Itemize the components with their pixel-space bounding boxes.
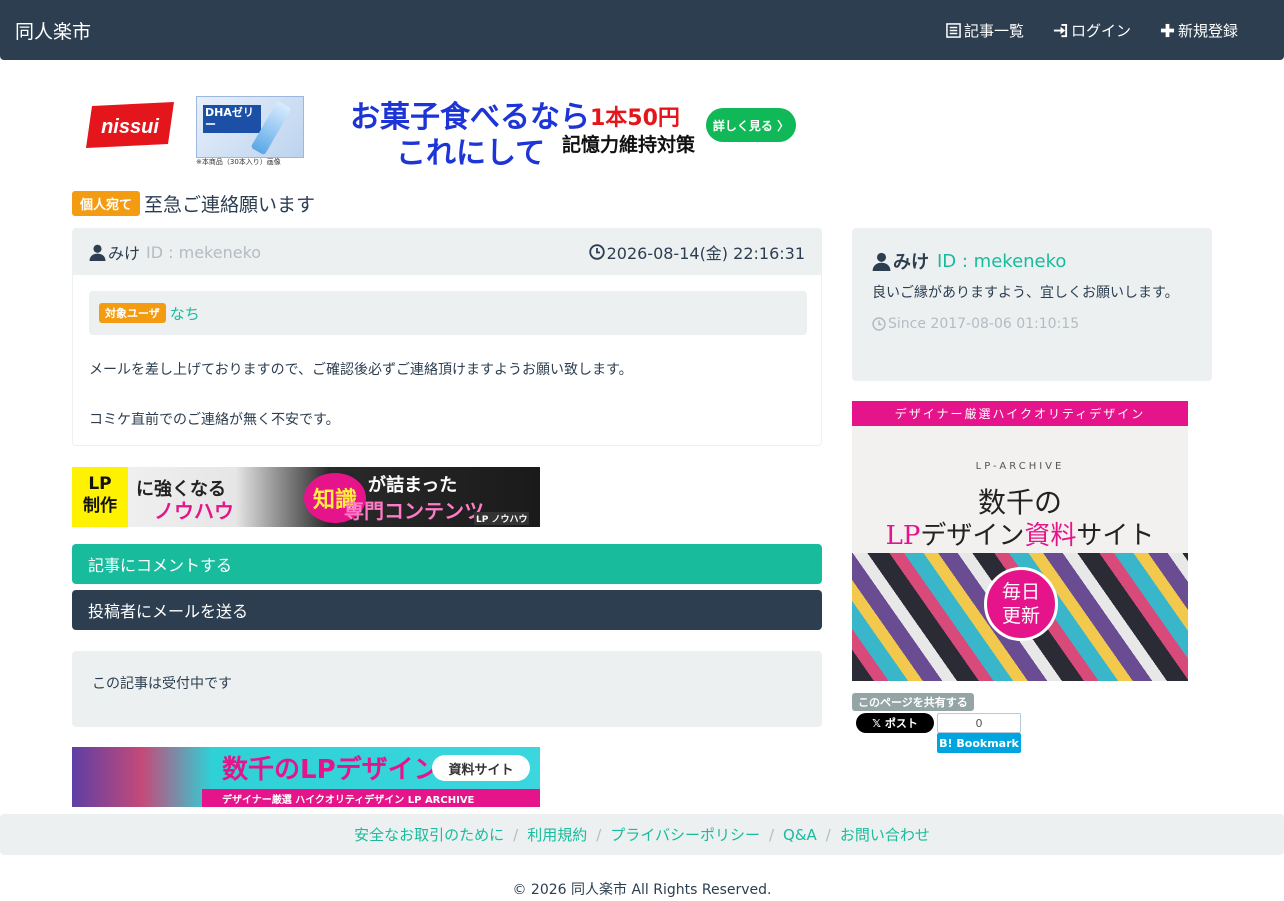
footer-separator: /: [513, 825, 519, 844]
lp-badge: LP 制作: [72, 467, 128, 527]
footer-separator: /: [768, 825, 775, 844]
bottom-banner-strip: デザイナー厳選 ハイクオリティデザイン LP ARCHIVE: [202, 789, 540, 807]
lp-text-2: が詰まった: [368, 475, 458, 496]
status-text: この記事は受付中です: [92, 676, 232, 692]
share-label: このページを共有する: [852, 693, 974, 711]
footer-links: 安全なお取引のために / 利用規約 / プライバシーポリシー / Q&A / お…: [0, 814, 1284, 855]
article-panel-header: みけ ID : mekeneko 2026-08-14(金) 22:16:31: [73, 229, 821, 275]
side-ad-material: 資料: [1024, 521, 1077, 551]
list-icon: [946, 23, 961, 38]
login-icon: [1053, 23, 1068, 38]
product-image: DHAゼリー: [196, 96, 304, 158]
side-ad-site: サイト: [1076, 521, 1155, 551]
lp-badge-line2: 制作: [83, 496, 117, 516]
nav-register[interactable]: 新規登録: [1160, 20, 1238, 41]
hatena-bookmark-button[interactable]: B! Bookmark: [937, 733, 1021, 753]
side-ad-top-strip: デザイナー厳選ハイクオリティデザイン: [852, 401, 1188, 426]
target-user-badge: 対象ユーザ: [99, 303, 166, 323]
top-banner-ad[interactable]: nissui DHAゼリー ※本商品（30本入り）画像 お菓子食べるなら これに…: [72, 90, 800, 171]
target-user-box: 対象ユーザ なち: [89, 291, 807, 335]
lp-archive-side-ad[interactable]: デザイナー厳選ハイクオリティデザイン LP-ARCHIVE 数千の LPデザイン…: [852, 401, 1188, 681]
product-label: DHAゼリー: [203, 105, 261, 133]
bottom-banner-headline: 数千のLPデザイン: [222, 755, 440, 785]
banner-sub: 記憶力維持対策: [562, 134, 696, 156]
article-body-line: コミケ直前でのご連絡が無く不安です。: [89, 412, 340, 428]
nav-login[interactable]: ログイン: [1053, 20, 1131, 41]
lp-logo: LP ノウハウ: [474, 512, 530, 525]
send-mail-button[interactable]: 投稿者にメールを送る: [72, 590, 822, 630]
status-well: この記事は受付中です: [72, 651, 822, 727]
footer-link-terms[interactable]: 利用規約: [527, 824, 587, 845]
brand-link[interactable]: 同人楽市: [15, 17, 91, 44]
copyright: © 2026 同人楽市 All Rights Reserved.: [512, 882, 772, 898]
profile-description: 良いご縁がありますよう、宜しくお願いします。: [872, 285, 1179, 301]
banner-details-button[interactable]: 詳しく見る 〉: [706, 108, 796, 142]
user-icon: [89, 244, 106, 261]
footer-separator: /: [825, 825, 831, 844]
article-panel: みけ ID : mekeneko 2026-08-14(金) 22:16:31 …: [72, 228, 822, 446]
footer-link-privacy[interactable]: プライバシーポリシー: [610, 824, 760, 845]
target-user-link[interactable]: なち: [170, 303, 200, 324]
footer-link-contact[interactable]: お問い合わせ: [840, 824, 930, 845]
article-type-badge: 個人宛て: [72, 191, 141, 216]
nav-login-label: ログイン: [1071, 22, 1132, 40]
side-ad-logo: LP-ARCHIVE: [975, 461, 1065, 472]
comment-button[interactable]: 記事にコメントする: [72, 544, 822, 584]
author-name[interactable]: みけ: [108, 240, 140, 264]
side-ad-badge-line2: 更新: [1001, 605, 1040, 627]
author-profile-card: みけ ID : mekeneko 良いご縁がありますよう、宜しくお願いします。 …: [852, 228, 1212, 381]
article-title-row: 個人宛て 至急ご連絡願います: [72, 190, 315, 217]
nav-article-list[interactable]: 記事一覧: [946, 20, 1024, 41]
lp-text-1b: ノウハウ: [154, 499, 234, 523]
user-icon: [872, 252, 891, 271]
nav-article-list-label: 記事一覧: [964, 22, 1025, 40]
product-note: ※本商品（30本入り）画像: [196, 158, 281, 166]
footer-link-safe-trade[interactable]: 安全なお取引のために: [354, 824, 504, 845]
lp-badge-line1: LP: [88, 474, 112, 494]
article-datetime: 2026-08-14(金) 22:16:31: [588, 240, 805, 264]
hatena-count: 0: [937, 713, 1021, 733]
profile-name-row: みけ ID : mekeneko: [872, 248, 1192, 274]
footer-link-qa[interactable]: Q&A: [783, 826, 817, 844]
clock-icon: [872, 317, 886, 331]
article-title: 至急ご連絡願います: [144, 194, 316, 216]
profile-since: Since 2017-08-06 01:10:15: [872, 316, 1192, 332]
side-ad-badge-line1: 毎日: [1001, 581, 1040, 603]
banner-headline-2: これにして: [396, 136, 546, 171]
clock-icon: [588, 244, 605, 260]
nissui-logo: nissui: [86, 102, 174, 148]
datetime-text: 2026-08-14(金) 22:16:31: [606, 244, 805, 263]
hatena-bookmark-widget[interactable]: 0 B! Bookmark: [937, 713, 1021, 753]
side-ad-lp: LP: [885, 521, 921, 551]
banner-price: 1本50円: [590, 106, 680, 131]
footer-separator: /: [596, 825, 602, 844]
nissui-logo-text: nissui: [101, 116, 159, 138]
lp-archive-banner-ad[interactable]: 数千のLPデザイン 資料サイト デザイナー厳選 ハイクオリティデザイン LP A…: [72, 747, 540, 807]
lp-knowhow-banner-ad[interactable]: LP 制作 に強くなる ノウハウ 知識 が詰まった 専門コンテンツ LP ノウハ…: [72, 467, 540, 527]
side-ad-line-2: LPデザイン資料サイト: [852, 515, 1188, 552]
bottom-banner-pill: 資料サイト: [432, 755, 530, 781]
profile-since-text: Since 2017-08-06 01:10:15: [888, 316, 1080, 332]
profile-name: みけ: [893, 252, 929, 273]
navbar: 同人楽市 記事一覧 ログイン 新規登録: [0, 0, 1284, 60]
side-ad-design: デザイン: [920, 521, 1025, 551]
x-post-button[interactable]: 𝕏 ポスト: [856, 713, 934, 733]
article-author: みけ ID : mekeneko: [89, 240, 261, 264]
plus-icon: [1160, 23, 1175, 38]
side-ad-badge: 毎日 更新: [984, 567, 1058, 641]
nav-register-label: 新規登録: [1178, 22, 1239, 40]
article-body-line: メールを差し上げておりますので、ご確認後必ずご連絡頂けますようお願い致します。: [89, 362, 633, 378]
profile-id-link[interactable]: ID : mekeneko: [937, 251, 1066, 272]
author-id: ID : mekeneko: [146, 242, 262, 262]
lp-text-3: 専門コンテンツ: [344, 499, 484, 523]
